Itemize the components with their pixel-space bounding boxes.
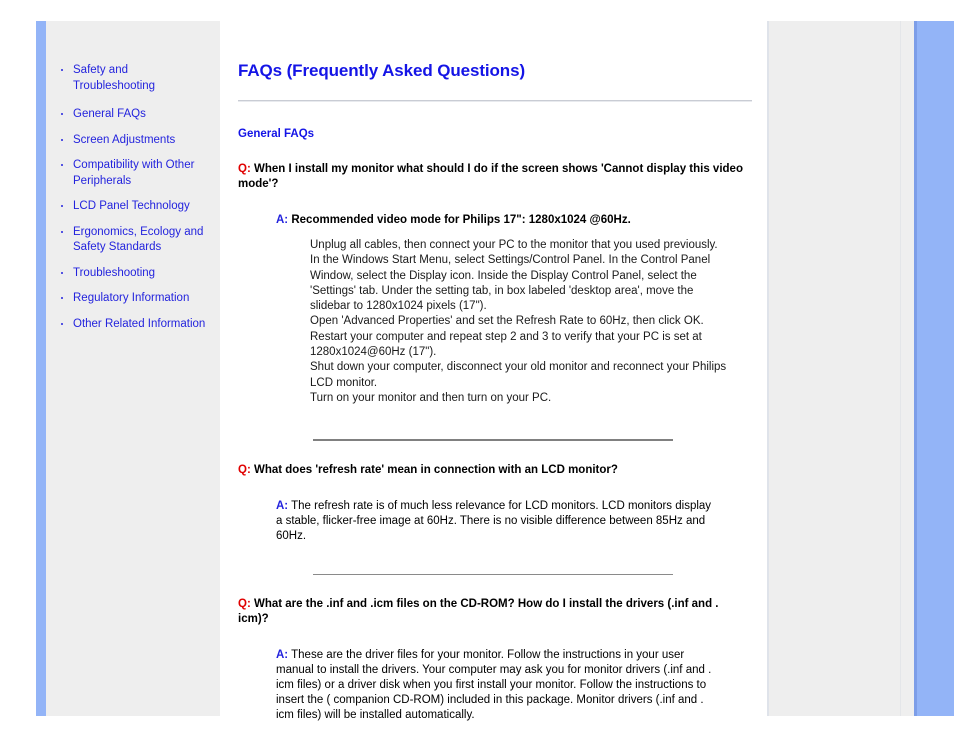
faq-answer-step: Open 'Advanced Properties' and set the R… — [310, 315, 704, 328]
faq-answer-text: These are the driver files for your moni… — [276, 649, 712, 722]
sidebar-nav-list: Safety and Troubleshooting General FAQs … — [46, 21, 220, 332]
sidebar-item-label[interactable]: Troubleshooting — [73, 267, 155, 279]
sidebar-item-label[interactable]: General FAQs — [73, 108, 146, 120]
faq-question-text: When I install my monitor what should I … — [238, 163, 743, 190]
sidebar-item-label[interactable]: Regulatory Information — [73, 292, 189, 304]
faq-question-text: What are the .inf and .icm files on the … — [238, 598, 719, 626]
question-marker: Q: — [238, 464, 251, 477]
faq-question: Q: When I install my monitor what should… — [238, 162, 748, 192]
faq-answer-lead-text: Recommended video mode for Philips 17": … — [291, 214, 631, 226]
faq-answer-step: Shut down your computer, disconnect your… — [310, 361, 727, 389]
page-root: Safety and Troubleshooting General FAQs … — [0, 0, 954, 738]
faq-divider — [313, 574, 673, 576]
sidebar-item-lcd-panel-technology[interactable]: LCD Panel Technology — [46, 199, 220, 215]
sidebar-item-compatibility-with-other-peripherals[interactable]: Compatibility with Other Peripherals — [46, 158, 220, 189]
faq-answer-steps: Unplug all cables, then connect your PC … — [238, 238, 730, 406]
right-blue-band-notch — [917, 21, 920, 57]
bullet-icon — [61, 322, 63, 325]
sidebar-item-troubleshooting[interactable]: Troubleshooting — [46, 266, 220, 282]
faq-answer-lead: A: Recommended video mode for Philips 17… — [238, 213, 716, 228]
faq-item: Q: When I install my monitor what should… — [238, 162, 754, 406]
sidebar-item-other-related-information[interactable]: Other Related Information — [46, 317, 220, 333]
faq-divider-wrap — [238, 574, 754, 576]
page-title: FAQs (Frequently Asked Questions) — [238, 61, 526, 80]
sidebar-item-label[interactable]: Compatibility with Other Peripherals — [73, 159, 194, 187]
sidebar-item-label[interactable]: Other Related Information — [73, 318, 205, 330]
right-blue-band — [914, 21, 954, 716]
main-content: FAQs (Frequently Asked Questions) Genera… — [238, 21, 754, 721]
faq-item: Q: What does 'refresh rate' mean in conn… — [238, 463, 754, 544]
faq-answer: A: These are the driver files for your m… — [238, 648, 716, 723]
faq-answer-step: Restart your computer and repeat step 2 … — [310, 330, 702, 359]
faq-divider — [313, 439, 673, 442]
answer-marker: A: — [276, 214, 289, 226]
sidebar-item-ergonomics-ecology-and-safety-standards[interactable]: Ergonomics, Ecology and Safety Standards — [46, 225, 220, 256]
answer-marker: A: — [276, 649, 289, 662]
bullet-icon — [61, 297, 63, 299]
faq-answer-step: Unplug all cables, then connect your PC … — [310, 239, 718, 251]
sidebar-item-general-faqs[interactable]: General FAQs — [46, 107, 220, 123]
question-marker: Q: — [238, 598, 251, 611]
faq-answer: A: The refresh rate is of much less rele… — [238, 499, 716, 544]
sidebar-item-regulatory-information[interactable]: Regulatory Information — [46, 291, 220, 307]
sidebar: Safety and Troubleshooting General FAQs … — [36, 21, 220, 716]
bullet-icon — [61, 138, 63, 141]
sidebar-item-label[interactable]: Ergonomics, Ecology and Safety Standards — [73, 226, 203, 254]
faq-answer-step: In the Windows Start Menu, select Settin… — [310, 254, 711, 313]
sidebar-item-screen-adjustments[interactable]: Screen Adjustments — [46, 133, 220, 149]
faq-divider-wrap — [238, 439, 754, 442]
section-heading-general-faqs: General FAQs — [238, 128, 315, 140]
faq-question: Q: What are the .inf and .icm files on t… — [238, 597, 748, 627]
faq-question: Q: What does 'refresh rate' mean in conn… — [238, 463, 748, 478]
faq-answer-text: The refresh rate is of much less relevan… — [276, 500, 712, 543]
bullet-icon — [61, 164, 63, 166]
faq-item: Q: What are the .inf and .icm files on t… — [238, 597, 754, 723]
faq-question-text: What does 'refresh rate' mean in connect… — [253, 464, 618, 477]
answer-marker: A: — [276, 500, 289, 513]
question-marker: Q: — [238, 163, 251, 175]
right-side-panel — [767, 21, 919, 716]
bullet-icon — [61, 113, 63, 115]
bullet-icon — [61, 205, 63, 207]
bullet-icon — [61, 271, 63, 274]
sidebar-item-label[interactable]: LCD Panel Technology — [73, 200, 190, 212]
sidebar-item-safety-and-troubleshooting[interactable]: Safety and Troubleshooting — [46, 63, 220, 94]
sidebar-item-label[interactable]: Safety and Troubleshooting — [73, 64, 155, 92]
sidebar-item-label[interactable]: Screen Adjustments — [73, 134, 175, 146]
faq-answer-step: Turn on your monitor and then turn on yo… — [310, 391, 552, 404]
bullet-icon — [61, 230, 63, 233]
bullet-icon — [61, 69, 63, 71]
